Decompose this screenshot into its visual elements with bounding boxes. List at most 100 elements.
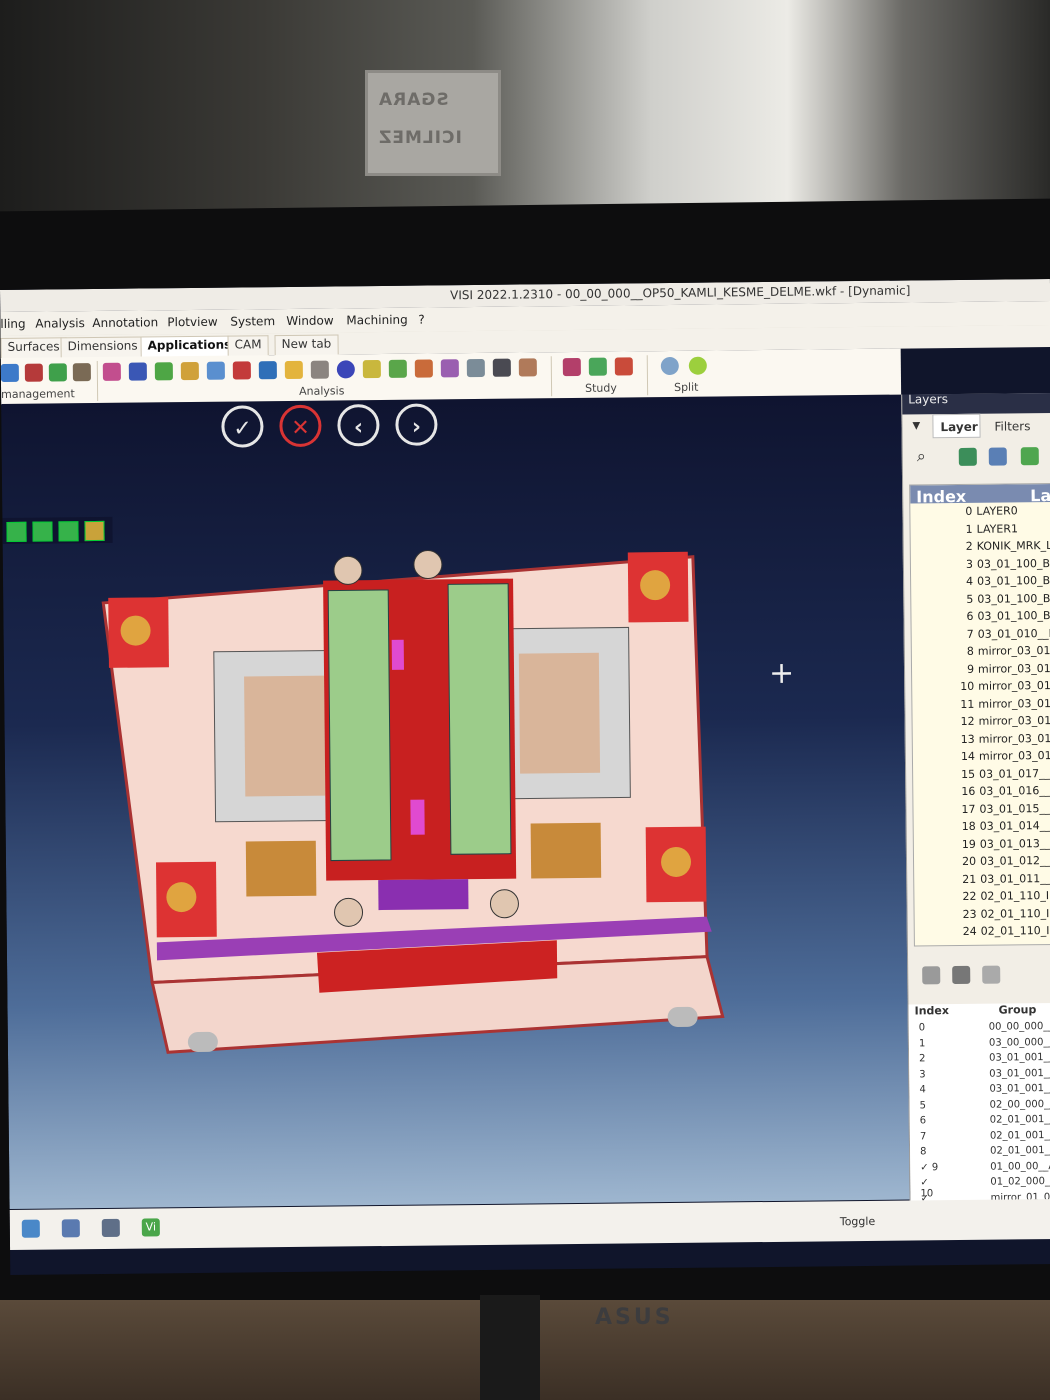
sphere-icon[interactable] — [336, 360, 355, 379]
layer-row[interactable]: 6 03_01_100_BUR — [911, 609, 1050, 629]
layer-row[interactable]: 24 02_01_110_IMALAT — [915, 924, 1050, 944]
tool-icon-9[interactable] — [206, 361, 225, 380]
tool-icon-1[interactable] — [0, 363, 19, 382]
layer-row[interactable]: 10 mirror_03_01_015 — [912, 679, 1050, 699]
tool-icon-5[interactable] — [102, 362, 121, 381]
layer-row[interactable]: 13 mirror_03_01_012 — [913, 731, 1050, 751]
split-icon-1[interactable] — [660, 356, 679, 376]
left-coil — [245, 840, 317, 897]
ribbon-group-management: management — [1, 387, 75, 401]
view-cube-icon-4[interactable] — [84, 520, 105, 542]
confirm-button[interactable]: ✓ — [221, 405, 264, 448]
layer-name: 03_01_100_BUR — [977, 573, 1050, 588]
study-icon-2[interactable] — [588, 357, 607, 376]
column-header-layer[interactable]: Lay — [1030, 486, 1050, 505]
tab-surfaces[interactable]: Surfaces — [0, 337, 67, 359]
file-explorer-icon[interactable] — [61, 1219, 80, 1238]
menu-item-plotview[interactable]: Plotview — [167, 315, 217, 330]
layer-row[interactable]: 22 02_01_110_IMALAT — [914, 889, 1050, 909]
layer-row[interactable]: 14 mirror_03_01_011 — [913, 749, 1050, 769]
split-icon-2[interactable] — [688, 356, 707, 375]
tool-icon-17[interactable] — [414, 359, 433, 378]
app-icon-1[interactable] — [21, 1219, 40, 1238]
layer-tool-icon-1[interactable] — [958, 447, 977, 466]
trash-icon[interactable] — [982, 965, 1001, 984]
tab-applications[interactable]: Applications — [140, 335, 239, 358]
cancel-button[interactable]: ✕ — [279, 404, 322, 448]
cad-model[interactable] — [83, 536, 748, 1063]
menu-item-annotation[interactable]: Annotation — [92, 315, 158, 330]
layer-row[interactable]: 9 mirror_03_01_01 — [912, 661, 1050, 681]
study-icon-1[interactable] — [562, 357, 581, 377]
group-column-index[interactable]: Index — [915, 1004, 949, 1017]
tab-layer[interactable]: Layer — [940, 420, 977, 434]
app-icon-3[interactable] — [101, 1218, 120, 1237]
layer-row[interactable]: 1 LAYER1 — [910, 521, 1050, 541]
column-header-index[interactable]: Index — [910, 487, 972, 507]
group-column-group[interactable]: Group — [999, 1003, 1037, 1016]
toggle-button[interactable]: Toggle — [840, 1215, 876, 1228]
layer-row[interactable]: 4 03_01_100_BUR — [911, 574, 1050, 594]
tool-icon-12[interactable] — [284, 360, 303, 380]
chevron-down-icon[interactable]: ▼ — [912, 420, 920, 431]
layer-row[interactable]: 17 03_01_015__BASKI — [913, 801, 1050, 821]
tool-icon-4[interactable] — [72, 363, 91, 382]
view-cube-icon-1[interactable] — [6, 521, 27, 542]
tool-icon-10[interactable] — [232, 361, 251, 380]
menu-item-machining[interactable]: Machining — [346, 313, 408, 328]
print-icon[interactable] — [922, 966, 941, 985]
layer-row[interactable]: 15 03_01_017__BASKI — [913, 766, 1050, 786]
tab-cam[interactable]: CAM — [227, 335, 269, 357]
layer-row[interactable]: 21 03_01_011__BASKI — [914, 871, 1050, 891]
tool-icon-13[interactable] — [310, 360, 329, 379]
visi-app-icon[interactable]: Vi — [141, 1218, 160, 1237]
previous-button[interactable]: ‹ — [337, 404, 380, 447]
layer-row[interactable]: 0 LAYER0 — [910, 504, 1050, 524]
tool-icon-16[interactable] — [388, 359, 407, 378]
tab-dimensions[interactable]: Dimensions — [60, 336, 145, 359]
tool-icon-8[interactable] — [180, 361, 199, 381]
tab-new[interactable]: New tab — [274, 334, 339, 357]
next-button[interactable]: › — [395, 403, 438, 446]
layer-row[interactable]: 20 03_01_012__BASKI — [914, 854, 1050, 874]
3d-viewport[interactable]: ✓ ✕ ‹ › + — [1, 394, 910, 1209]
layer-row[interactable]: 23 02_01_110_IMALAT — [915, 906, 1050, 926]
layer-row[interactable]: 8 mirror_03_01_01 — [912, 644, 1050, 664]
wall-sign-text-2: ICILMEZ — [378, 128, 462, 148]
menu-item-window[interactable]: Window — [286, 314, 333, 328]
layer-row[interactable]: 18 03_01_014__BASKI — [914, 819, 1050, 839]
view-cube-icon-3[interactable] — [58, 521, 79, 542]
layer-row[interactable]: 2 KONIK_MRK_L — [911, 539, 1050, 559]
tool-icon-7[interactable] — [154, 362, 173, 381]
tool-icon-18[interactable] — [440, 359, 459, 378]
tool-icon-19[interactable] — [466, 358, 485, 378]
tool-icon-2[interactable] — [24, 363, 43, 382]
layer-index: 11 — [960, 697, 975, 711]
layer-index: 9 — [966, 662, 975, 676]
menu-item-help[interactable]: ? — [418, 313, 425, 327]
layer-row[interactable]: 5 03_01_100_BUR — [911, 591, 1050, 611]
layer-row[interactable]: 19 03_01_013__BASKI — [914, 836, 1050, 856]
tool-icon-11[interactable] — [258, 361, 277, 380]
tab-filters[interactable]: Filters — [994, 419, 1030, 433]
tool-icon-6[interactable] — [128, 362, 147, 381]
search-icon[interactable]: ⌕ — [917, 446, 926, 466]
view-cube-icon-2[interactable] — [32, 521, 53, 542]
layer-row[interactable]: 11 mirror_03_01_014 — [912, 696, 1050, 716]
menu-item-system[interactable]: System — [230, 314, 275, 328]
menu-item-analysis[interactable]: Analysis — [35, 316, 85, 331]
layer-row[interactable]: 12 mirror_03_01_013 — [913, 714, 1050, 734]
save-icon[interactable] — [952, 965, 971, 985]
menu-item-milling[interactable]: lling — [0, 317, 25, 331]
layer-tool-icon-2[interactable] — [988, 447, 1007, 466]
tool-icon-3[interactable] — [48, 363, 67, 382]
layer-tool-icon-3[interactable] — [1020, 447, 1039, 466]
group-name: 01_02_000__ASST_A — [990, 1175, 1050, 1188]
study-icon-3[interactable] — [614, 357, 633, 376]
tool-icon-21[interactable] — [518, 358, 537, 377]
layer-row[interactable]: 3 03_01_100_BUR — [911, 556, 1050, 576]
layer-row[interactable]: 16 03_01_016__BASKI — [913, 784, 1050, 804]
tool-icon-20[interactable] — [492, 358, 511, 377]
tool-icon-15[interactable] — [362, 360, 381, 379]
layer-row[interactable]: 7 03_01_010__BAS — [912, 626, 1050, 646]
